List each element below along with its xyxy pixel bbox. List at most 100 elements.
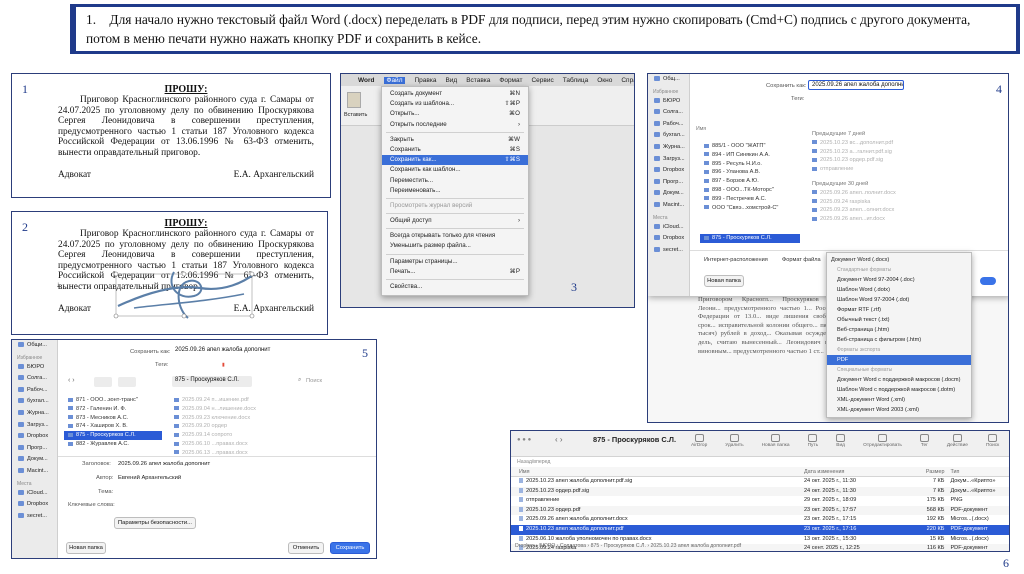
format-menu-item[interactable]: Обычный текст (.txt) xyxy=(827,315,971,325)
new-folder-button[interactable]: Новая папка xyxy=(704,275,744,287)
toolbar-button[interactable]: Отредактировать xyxy=(863,434,902,448)
list-item[interactable]: 882 - Журавлев А.С. xyxy=(64,440,162,449)
window-controls[interactable]: ● ● ● xyxy=(517,437,531,443)
sidebar-item[interactable]: Dropbox xyxy=(648,233,689,245)
sidebar-item[interactable]: бухгал... xyxy=(12,396,57,408)
list-item[interactable]: 2025.10.23 ордер.pdf.sig xyxy=(808,156,908,165)
table-row[interactable]: 2025.10.23 ордер.pdf.sig 24 окт. 2025 г.,… xyxy=(511,486,1009,497)
format-menu-item[interactable]: PDF xyxy=(827,355,971,365)
sidebar-item[interactable]: Рабоч... xyxy=(12,385,57,397)
list-item[interactable]: 2025.09.23 ключение.docx xyxy=(170,414,270,423)
view-icon[interactable] xyxy=(94,377,112,387)
list-item[interactable]: ООО "Свяэ...хомстрой-С" xyxy=(700,204,800,213)
sidebar-item[interactable]: БЮРО xyxy=(648,96,689,108)
sidebar-item[interactable]: Dropbox xyxy=(648,165,689,177)
sidebar-item[interactable]: Докум... xyxy=(648,188,689,200)
table-row[interactable]: 2025.09.26 апел жалоба дополнит.docx 23 о… xyxy=(511,515,1009,525)
menu-item[interactable]: Печать... ⌘P xyxy=(382,267,528,277)
list-item[interactable]: 875 - Проскуряков С.Л. xyxy=(700,234,800,244)
list-item[interactable]: 2025.09.24 п...ишение.pdf xyxy=(170,396,270,405)
menubar-item[interactable]: Правка xyxy=(414,77,436,84)
sidebar-item[interactable]: Dropbox xyxy=(12,499,57,511)
list-item[interactable]: 895 - Ресуль Н.И.о. xyxy=(700,160,800,169)
menubar-item[interactable]: Сервис xyxy=(531,77,553,84)
toolbar-button[interactable]: Тег xyxy=(919,434,929,448)
table-row[interactable]: 2025.10.23 апел жалоба дополнит.pdf.sig 2… xyxy=(511,477,1009,487)
format-menu-item[interactable]: XML-документ Word 2003 (.xml) xyxy=(827,405,971,415)
sidebar-item[interactable]: Общи... xyxy=(12,340,57,352)
sidebar-item[interactable]: бухгал... xyxy=(648,130,689,142)
menu-item[interactable]: Сохранить как шаблон... xyxy=(382,165,528,175)
sidebar-item[interactable]: Рабоч... xyxy=(648,119,689,131)
sidebar-item[interactable]: secret... xyxy=(648,245,689,257)
list-item[interactable]: 2025.09.24 raspiska xyxy=(808,198,908,207)
folder-dropdown[interactable]: 875 - Проскуряков С.Л. xyxy=(172,376,252,387)
list-item[interactable]: 894 - ИП Синякин А.А. xyxy=(700,151,800,160)
menu-item[interactable]: Переименовать... xyxy=(382,186,528,196)
sidebar-item[interactable]: Журна... xyxy=(648,142,689,154)
cancel-button[interactable]: Отменить xyxy=(288,542,324,554)
col-type-header[interactable]: Тип xyxy=(950,467,1009,476)
table-row[interactable]: отправление 29 окт. 2025 г., 18:09 175 КБ P… xyxy=(511,496,1009,506)
menu-item[interactable]: Свойства... xyxy=(382,282,528,292)
list-item[interactable]: отправление xyxy=(808,165,908,174)
menubar-item[interactable]: Таблица xyxy=(563,77,589,84)
menubar-item[interactable]: Окно xyxy=(597,77,612,84)
menu-item[interactable]: Создать документ ⌘N xyxy=(382,89,528,99)
menu-item[interactable]: Уменьшить размер файла... xyxy=(382,241,528,251)
list-item[interactable]: 2025.09.26 апел..полнит.docx xyxy=(808,189,908,198)
sidebar-item[interactable]: Прогр... xyxy=(648,177,689,189)
list-item[interactable]: 896 - Уланова А.В. xyxy=(700,168,800,177)
list-item[interactable]: 2025.09.14 сопрото xyxy=(170,431,270,440)
title-field[interactable]: 2025.09.26 апел жалоба дополнит xyxy=(118,461,210,467)
format-menu-item[interactable]: Шаблон Word 97-2004 (.dot) xyxy=(827,295,971,305)
sidebar-item[interactable]: Macint... xyxy=(648,200,689,212)
format-menu-item[interactable]: Веб-страница (.htm) xyxy=(827,325,971,335)
save-as-input[interactable]: 2025.09.26 апел жалоба дополнит xyxy=(172,346,282,356)
save-button[interactable]: Сохранить xyxy=(330,542,370,554)
format-menu-item[interactable]: Документ Word 97-2004 (.doc) xyxy=(827,275,971,285)
format-menu-item[interactable]: Формат RTF (.rtf) xyxy=(827,305,971,315)
col-date-header[interactable]: Дата изменения xyxy=(804,467,902,476)
back-icon[interactable]: ‹ › xyxy=(68,377,75,384)
menubar-item[interactable]: Вид xyxy=(445,77,457,84)
menubar-item[interactable]: Справка xyxy=(621,77,634,84)
sidebar-item[interactable]: iCloud... xyxy=(648,222,689,234)
sidebar-item[interactable]: Прогр... xyxy=(12,443,57,455)
toolbar-button[interactable]: Вид xyxy=(836,434,846,448)
menu-item[interactable]: Всегда открывать только для чтения xyxy=(382,231,528,241)
new-folder-button[interactable]: Новая папка xyxy=(66,542,106,554)
toolbar-button[interactable]: Действие xyxy=(947,434,968,448)
list-item[interactable]: 871 - ООО...зонт-транс" xyxy=(64,396,162,405)
sidebar-item[interactable]: secret... xyxy=(12,511,57,523)
list-item[interactable]: 899 - Пестречев А.С. xyxy=(700,195,800,204)
toolbar-button[interactable]: Удалить xyxy=(725,434,744,448)
list-item[interactable]: 897 - Борзов А.Ю. xyxy=(700,177,800,186)
sidebar-item[interactable]: Загруз... xyxy=(12,420,57,432)
format-menu-item[interactable]: Веб-страница с фильтром (.htm) xyxy=(827,335,971,345)
paste-icon[interactable] xyxy=(347,92,361,108)
list-item[interactable]: 2025.09.23 апел...олнит.docx xyxy=(808,206,908,215)
table-row[interactable]: 2025.10.23 ордер.pdf 23 окт. 2025 г., 17:… xyxy=(511,505,1009,516)
menu-item[interactable]: Закрыть ⌘W xyxy=(382,135,528,145)
list-item[interactable]: 872 - Галенин И. Ф. xyxy=(64,405,162,414)
security-options-button[interactable]: Параметры безопасности... xyxy=(114,517,196,529)
sidebar-item[interactable]: iCloud... xyxy=(12,488,57,500)
author-field[interactable]: Евгений Архангельский xyxy=(118,475,181,481)
list-item[interactable]: 2025.09.20 ордер xyxy=(170,422,270,431)
format-menu-item[interactable]: Шаблон Word (.dotx) xyxy=(827,285,971,295)
toolbar-button[interactable]: Новая папка xyxy=(762,434,790,448)
search-input[interactable]: Поиск xyxy=(306,378,322,384)
menu-item[interactable]: Параметры страницы... xyxy=(382,257,528,267)
format-menu-item[interactable]: Шаблон Word с поддержкой макросов (.dotm… xyxy=(827,385,971,395)
sidebar-item[interactable]: Общ... xyxy=(648,74,689,86)
signature-image[interactable] xyxy=(104,264,264,324)
format-menu-item[interactable]: Документ Word с поддержкой макросов (.do… xyxy=(827,375,971,385)
menubar-item[interactable]: Вставка xyxy=(466,77,490,84)
sidebar-item[interactable]: Журна... xyxy=(12,408,57,420)
list-item[interactable]: 873 - Месников А.С. xyxy=(64,414,162,423)
toolbar-button[interactable]: AirDrop xyxy=(691,434,707,448)
list-item[interactable]: 2025.10.23 а...галнит.pdf.sig xyxy=(808,148,908,157)
menu-item[interactable]: Сохранить ⌘S xyxy=(382,145,528,155)
col-name-header[interactable]: Имя xyxy=(511,467,804,476)
